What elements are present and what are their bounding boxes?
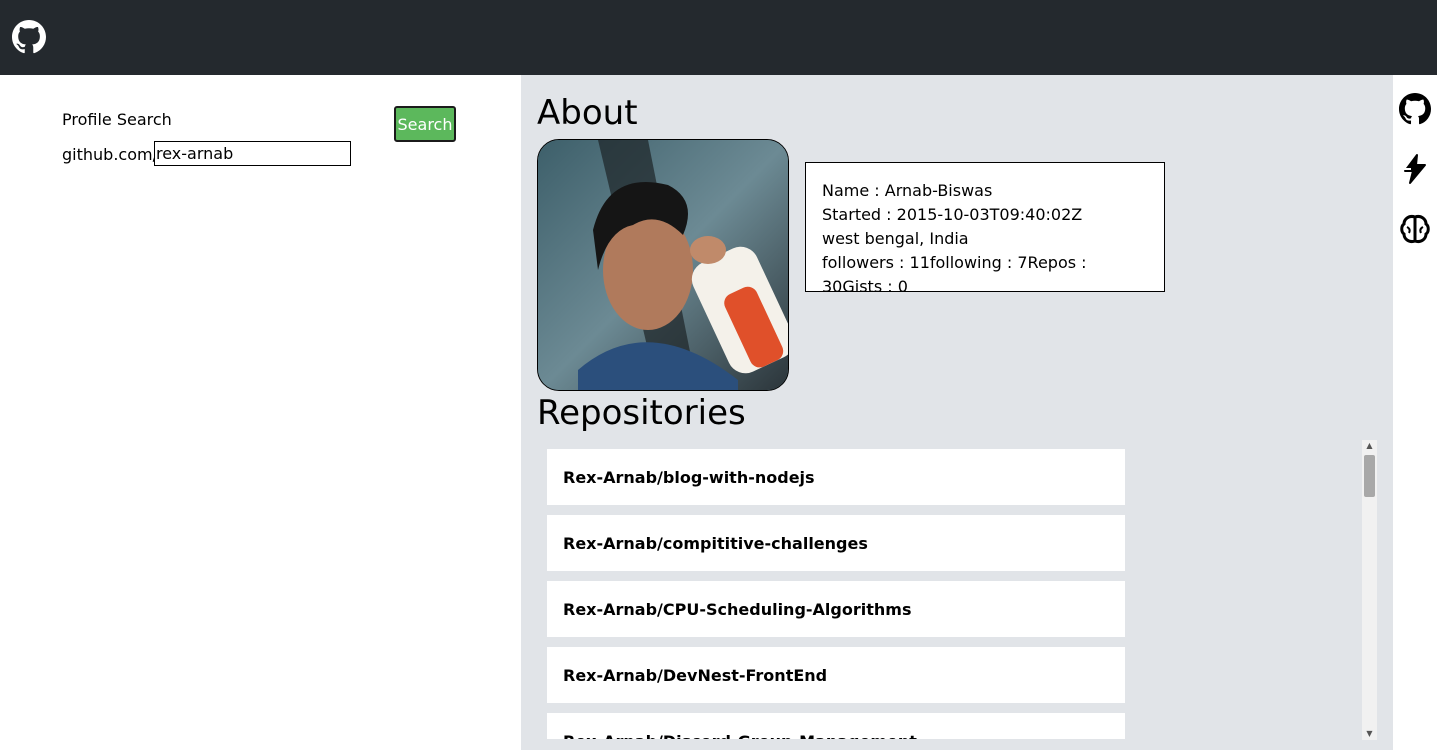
repository-item[interactable]: Rex-Arnab/DevNest-FrontEnd xyxy=(547,647,1125,703)
search-panel: Profile Search Search github.com/ xyxy=(0,75,521,750)
lightning-icon[interactable] xyxy=(1399,153,1431,185)
right-icon-sidebar xyxy=(1393,75,1437,750)
repository-item[interactable]: Rex-Arnab/blog-with-nodejs xyxy=(547,449,1125,505)
search-title: Profile Search xyxy=(62,110,172,129)
repository-item[interactable]: Rex-Arnab/CPU-Scheduling-Algorithms xyxy=(547,581,1125,637)
profile-stats: followers : 11following : 7Repos : 30Gis… xyxy=(822,253,1087,296)
about-heading: About xyxy=(537,93,638,133)
profile-name: Name : Arnab-Biswas xyxy=(822,181,993,200)
profile-info-card: Name : Arnab-Biswas Started : 2015-10-03… xyxy=(805,162,1165,296)
repository-scrollbar[interactable]: ▲ ▼ xyxy=(1362,440,1377,740)
search-button[interactable]: Search xyxy=(394,106,456,142)
repositories-heading: Repositories xyxy=(537,393,746,433)
top-navbar xyxy=(0,0,1437,75)
profile-started: Started : 2015-10-03T09:40:02Z xyxy=(822,205,1083,224)
scroll-down-arrow-icon[interactable]: ▼ xyxy=(1362,728,1377,740)
profile-panel: About Name : Arnab-Biswas Started : 2015… xyxy=(521,75,1393,750)
repository-list[interactable]: Rex-Arnab/blog-with-nodejs Rex-Arnab/com… xyxy=(547,449,1125,739)
github-icon[interactable] xyxy=(12,20,46,54)
url-prefix: github.com/ xyxy=(62,145,158,164)
repository-item[interactable]: Rex-Arnab/Discord-Group-Management xyxy=(547,713,1125,739)
github-icon[interactable] xyxy=(1399,93,1431,125)
brain-icon[interactable] xyxy=(1399,213,1431,245)
scroll-up-arrow-icon[interactable]: ▲ xyxy=(1362,440,1377,452)
username-input[interactable] xyxy=(154,141,351,166)
scrollbar-thumb[interactable] xyxy=(1364,455,1375,497)
profile-location: west bengal, India xyxy=(822,229,969,248)
avatar xyxy=(537,139,789,391)
repository-item[interactable]: Rex-Arnab/compititive-challenges xyxy=(547,515,1125,571)
